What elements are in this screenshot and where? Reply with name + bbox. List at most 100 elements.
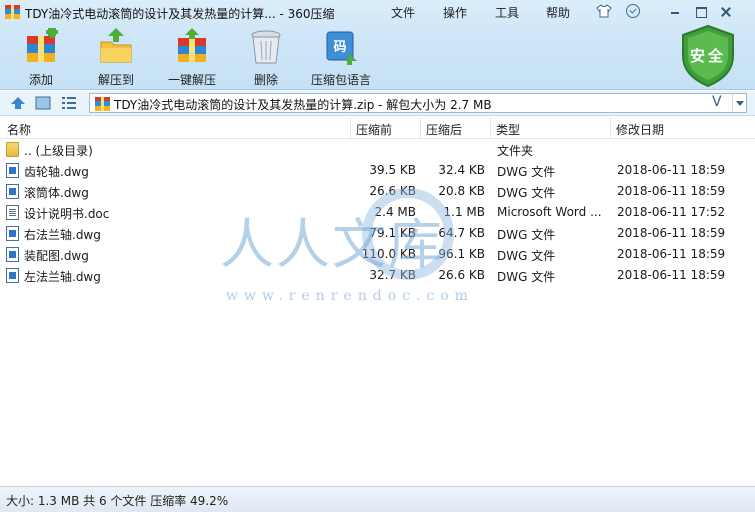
add-button[interactable]: 添加 <box>17 28 65 87</box>
extract-to-label: 解压到 <box>97 73 134 87</box>
add-archive-icon <box>27 28 58 62</box>
list-item[interactable]: 齿轮轴.dwg 39.5 KB 32.4 KB DWG 文件 2018-06-1… <box>0 160 755 181</box>
dwg-file-icon <box>6 184 19 199</box>
column-name[interactable]: 名称 <box>7 121 31 138</box>
close-button[interactable] <box>719 5 733 18</box>
menu-dropdown-icon[interactable] <box>626 4 640 18</box>
file-date: 2018-06-11 18:59 <box>617 163 726 177</box>
column-separator[interactable] <box>350 117 351 139</box>
minimize-button[interactable] <box>668 5 682 18</box>
app-logo-icon <box>5 5 20 19</box>
thumbnail-view-icon[interactable] <box>35 95 51 111</box>
delete-label: 删除 <box>253 73 278 87</box>
list-item[interactable]: 装配图.dwg 110.0 KB 96.1 KB DWG 文件 2018-06-… <box>0 244 755 265</box>
list-item[interactable]: 左法兰轴.dwg 32.7 KB 26.6 KB DWG 文件 2018-06-… <box>0 265 755 286</box>
file-size-before: 26.6 KB <box>369 184 416 198</box>
column-separator[interactable] <box>610 117 611 139</box>
title-bar[interactable]: TDY油冷式电动滚筒的设计及其发热量的计算... - 360压缩 文件 操作 工… <box>0 0 755 24</box>
file-type: DWG 文件 <box>497 249 556 263</box>
trash-bin-icon <box>251 30 281 64</box>
archive-path-text: TDY油冷式电动滚筒的设计及其发热量的计算.zip - 解包大小为 2.7 MB <box>114 98 492 112</box>
menu-tools[interactable]: 工具 <box>495 4 519 21</box>
status-bar: 大小: 1.3 MB 共 6 个文件 压缩率 49.2% <box>0 486 755 512</box>
file-name: 左法兰轴.dwg <box>24 270 101 284</box>
file-size-before: 32.7 KB <box>369 268 416 282</box>
dwg-file-icon <box>6 226 19 241</box>
file-size-after: 1.1 MB <box>443 205 485 219</box>
file-type: DWG 文件 <box>497 270 556 284</box>
file-type: DWG 文件 <box>497 228 556 242</box>
extract-to-button[interactable]: 解压到 <box>94 28 138 87</box>
window-title: TDY油冷式电动滚筒的设计及其发热量的计算... - 360压缩 <box>25 7 335 21</box>
column-header: 名称 压缩前 压缩后 类型 修改日期 <box>0 117 755 139</box>
archive-file-icon <box>95 97 110 111</box>
file-name: 齿轮轴.dwg <box>24 165 89 179</box>
svg-text:码: 码 <box>333 40 346 55</box>
one-click-extract-icon <box>178 28 206 62</box>
file-size-before: 2.4 MB <box>374 205 416 219</box>
path-v-button[interactable]: V <box>712 94 722 110</box>
dwg-file-icon <box>6 268 19 283</box>
file-date: 2018-06-11 17:52 <box>617 205 726 219</box>
header-area: TDY油冷式电动滚筒的设计及其发热量的计算... - 360压缩 文件 操作 工… <box>0 0 755 90</box>
file-size-before: 39.5 KB <box>369 163 416 177</box>
column-size-after[interactable]: 压缩后 <box>426 121 462 138</box>
list-item[interactable]: 滚筒体.dwg 26.6 KB 20.8 KB DWG 文件 2018-06-1… <box>0 181 755 202</box>
archive-path-field[interactable]: TDY油冷式电动滚筒的设计及其发热量的计算.zip - 解包大小为 2.7 MB… <box>89 93 747 113</box>
file-date: 2018-06-11 18:59 <box>617 268 726 282</box>
file-date: 2018-06-11 18:59 <box>617 247 726 261</box>
status-text: 大小: 1.3 MB 共 6 个文件 压缩率 49.2% <box>6 494 229 508</box>
delete-button[interactable]: 删除 <box>247 28 285 87</box>
file-name: 设计说明书.doc <box>24 207 110 221</box>
file-list: 名称 压缩前 压缩后 类型 修改日期 .. (上级目录) 文件夹 齿轮轴.dwg… <box>0 117 755 486</box>
column-separator[interactable] <box>420 117 421 139</box>
skin-tshirt-icon[interactable] <box>596 4 612 18</box>
file-date: 2018-06-11 18:59 <box>617 184 726 198</box>
extract-folder-icon <box>100 28 132 63</box>
one-click-extract-button[interactable]: 一键解压 <box>163 28 221 87</box>
file-name: 装配图.dwg <box>24 249 89 263</box>
file-name: 滚筒体.dwg <box>24 186 89 200</box>
file-size-after: 26.6 KB <box>438 268 485 282</box>
go-up-arrow-icon[interactable] <box>10 95 26 111</box>
list-view-icon[interactable] <box>61 95 77 111</box>
folder-icon <box>6 142 19 157</box>
file-size-before: 79.1 KB <box>369 226 416 240</box>
menu-operation[interactable]: 操作 <box>443 4 467 21</box>
file-name: .. (上级目录) <box>24 144 93 158</box>
security-shield-badge[interactable]: 安全 <box>680 24 736 88</box>
maximize-button[interactable] <box>694 5 708 18</box>
list-item[interactable]: 设计说明书.doc 2.4 MB 1.1 MB Microsoft Word .… <box>0 202 755 223</box>
address-bar: TDY油冷式电动滚筒的设计及其发热量的计算.zip - 解包大小为 2.7 MB… <box>0 91 755 116</box>
menu-help[interactable]: 帮助 <box>546 4 570 21</box>
security-badge-label: 安全 <box>689 47 726 65</box>
column-size-before[interactable]: 压缩前 <box>356 121 392 138</box>
archive-language-label: 压缩包语言 <box>310 73 371 87</box>
file-name: 右法兰轴.dwg <box>24 228 101 242</box>
app-window: TDY油冷式电动滚筒的设计及其发热量的计算... - 360压缩 文件 操作 工… <box>0 0 755 512</box>
file-type: Microsoft Word ... <box>497 205 602 219</box>
file-size-after: 32.4 KB <box>438 163 485 177</box>
file-size-after: 64.7 KB <box>438 226 485 240</box>
file-size-before: 110.0 KB <box>361 247 416 261</box>
column-type[interactable]: 类型 <box>496 121 520 138</box>
list-item[interactable]: 右法兰轴.dwg 79.1 KB 64.7 KB DWG 文件 2018-06-… <box>0 223 755 244</box>
archive-language-icon: 码 <box>326 31 357 65</box>
column-date[interactable]: 修改日期 <box>616 121 664 138</box>
dwg-file-icon <box>6 247 19 262</box>
file-size-after: 96.1 KB <box>438 247 485 261</box>
list-item-parent-folder[interactable]: .. (上级目录) 文件夹 <box>0 139 755 160</box>
one-click-extract-label: 一键解压 <box>167 73 216 87</box>
word-file-icon <box>6 205 19 220</box>
file-type: 文件夹 <box>497 144 534 158</box>
column-separator[interactable] <box>490 117 491 139</box>
file-size-after: 20.8 KB <box>438 184 485 198</box>
file-type: DWG 文件 <box>497 186 556 200</box>
menu-file[interactable]: 文件 <box>391 4 415 21</box>
path-dropdown-icon[interactable] <box>732 94 746 112</box>
dwg-file-icon <box>6 163 19 178</box>
archive-language-button[interactable]: 码 压缩包语言 <box>308 28 374 87</box>
file-date: 2018-06-11 18:59 <box>617 226 726 240</box>
add-label: 添加 <box>28 73 53 87</box>
file-type: DWG 文件 <box>497 165 556 179</box>
